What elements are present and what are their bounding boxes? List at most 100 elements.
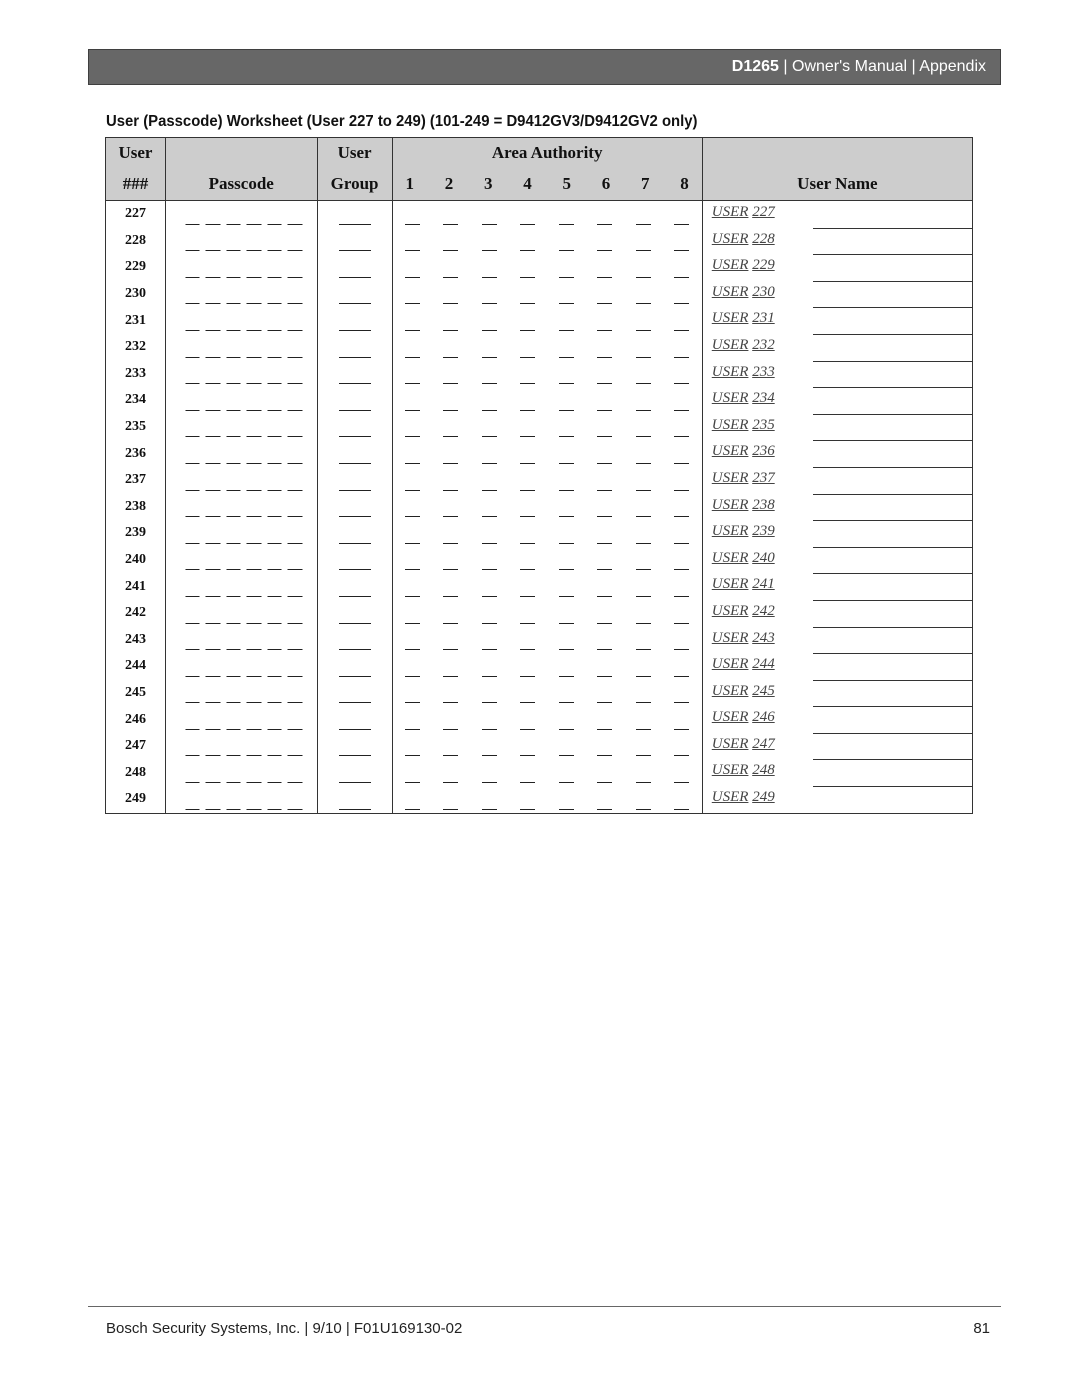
user-group-blank[interactable] — [338, 569, 371, 571]
area-authority-blank[interactable] — [520, 595, 536, 597]
passcode-digit-blank[interactable] — [246, 702, 262, 704]
area-authority-blank[interactable] — [635, 702, 651, 704]
area-authority-blank[interactable] — [443, 303, 459, 305]
area-authority-blank[interactable] — [481, 250, 497, 252]
passcode-digit-blank[interactable] — [246, 329, 262, 331]
area-authority-blank[interactable] — [481, 808, 497, 810]
passcode-digit-blank[interactable] — [246, 728, 262, 730]
area-authority-blank[interactable] — [520, 436, 536, 438]
passcode-digit-blank[interactable] — [226, 383, 241, 385]
passcode-digit-blank[interactable] — [226, 516, 241, 518]
area-authority-blank[interactable] — [558, 755, 574, 757]
area-authority-blank[interactable] — [481, 595, 497, 597]
passcode-digit-blank[interactable] — [205, 702, 221, 704]
passcode-digit-blank[interactable] — [226, 329, 241, 331]
passcode-digit-blank[interactable] — [185, 329, 200, 331]
passcode-field[interactable] — [164, 599, 318, 627]
passcode-digit-blank[interactable] — [226, 702, 241, 704]
passcode-digit-blank[interactable] — [267, 356, 282, 358]
area-authority-blank[interactable] — [520, 489, 536, 491]
user-group-field[interactable] — [316, 440, 393, 467]
user-group-field[interactable] — [316, 466, 393, 494]
passcode-digit-blank[interactable] — [226, 755, 241, 757]
passcode-digit-blank[interactable] — [287, 569, 303, 571]
user-group-blank[interactable] — [338, 542, 371, 544]
passcode-digit-blank[interactable] — [205, 409, 221, 411]
area-authority-blank[interactable] — [481, 569, 497, 571]
user-name-field[interactable]: USER 248 — [701, 759, 974, 788]
area-authority-blank[interactable] — [635, 595, 651, 597]
area-authority-blank[interactable] — [674, 702, 690, 704]
area-authority-blank[interactable] — [674, 356, 690, 358]
passcode-digit-blank[interactable] — [267, 409, 282, 411]
user-group-blank[interactable] — [338, 755, 371, 757]
area-authority-blank[interactable] — [635, 675, 651, 677]
area-authority-blank[interactable] — [635, 542, 651, 544]
passcode-digit-blank[interactable] — [226, 782, 241, 784]
area-authority-blank[interactable] — [558, 569, 574, 571]
area-authority-blank[interactable] — [635, 782, 651, 784]
area-authority-blank[interactable] — [443, 675, 459, 677]
passcode-digit-blank[interactable] — [287, 755, 303, 757]
passcode-digit-blank[interactable] — [267, 462, 282, 464]
user-group-field[interactable] — [316, 360, 393, 388]
passcode-digit-blank[interactable] — [205, 516, 221, 518]
area-authority-blank[interactable] — [520, 542, 536, 544]
area-authority-fields[interactable] — [391, 786, 703, 814]
passcode-field[interactable] — [164, 679, 318, 707]
area-authority-blank[interactable] — [404, 516, 420, 518]
passcode-digit-blank[interactable] — [205, 755, 221, 757]
passcode-digit-blank[interactable] — [205, 462, 221, 464]
passcode-field[interactable] — [164, 732, 318, 760]
area-authority-blank[interactable] — [674, 808, 690, 810]
area-authority-blank[interactable] — [635, 489, 651, 491]
user-name-field[interactable]: USER 241 — [701, 573, 974, 601]
passcode-digit-blank[interactable] — [205, 782, 221, 784]
user-name-field[interactable]: USER 227 — [701, 200, 974, 229]
area-authority-blank[interactable] — [481, 462, 497, 464]
area-authority-blank[interactable] — [404, 675, 420, 677]
area-authority-blank[interactable] — [443, 569, 459, 571]
area-authority-blank[interactable] — [481, 276, 497, 278]
area-authority-blank[interactable] — [404, 728, 420, 730]
passcode-field[interactable] — [164, 493, 318, 521]
area-authority-blank[interactable] — [481, 356, 497, 358]
passcode-digit-blank[interactable] — [287, 383, 303, 385]
user-group-field[interactable] — [316, 254, 393, 281]
area-authority-blank[interactable] — [404, 808, 420, 810]
passcode-digit-blank[interactable] — [287, 303, 303, 305]
area-authority-blank[interactable] — [443, 462, 459, 464]
passcode-digit-blank[interactable] — [287, 808, 303, 810]
passcode-field[interactable] — [164, 786, 318, 814]
user-name-field[interactable]: USER 228 — [701, 227, 974, 256]
passcode-field[interactable] — [164, 653, 318, 680]
area-authority-fields[interactable] — [391, 520, 703, 547]
area-authority-blank[interactable] — [558, 675, 574, 677]
passcode-digit-blank[interactable] — [267, 276, 282, 278]
user-group-blank[interactable] — [338, 436, 371, 438]
area-authority-blank[interactable] — [597, 622, 613, 624]
area-authority-blank[interactable] — [674, 516, 690, 518]
passcode-digit-blank[interactable] — [267, 383, 282, 385]
passcode-field[interactable] — [164, 254, 318, 281]
area-authority-fields[interactable] — [391, 466, 703, 494]
passcode-digit-blank[interactable] — [287, 409, 303, 411]
area-authority-blank[interactable] — [674, 462, 690, 464]
passcode-digit-blank[interactable] — [267, 329, 282, 331]
user-group-field[interactable] — [316, 786, 393, 814]
passcode-digit-blank[interactable] — [226, 409, 241, 411]
user-group-field[interactable] — [316, 200, 393, 228]
area-authority-blank[interactable] — [597, 755, 613, 757]
passcode-digit-blank[interactable] — [287, 516, 303, 518]
area-authority-blank[interactable] — [404, 595, 420, 597]
area-authority-fields[interactable] — [391, 732, 703, 760]
passcode-digit-blank[interactable] — [267, 675, 282, 677]
area-authority-blank[interactable] — [481, 622, 497, 624]
area-authority-blank[interactable] — [674, 303, 690, 305]
area-authority-blank[interactable] — [520, 728, 536, 730]
passcode-digit-blank[interactable] — [185, 356, 200, 358]
user-name-field[interactable]: USER 233 — [701, 360, 974, 389]
area-authority-blank[interactable] — [635, 516, 651, 518]
area-authority-blank[interactable] — [558, 409, 574, 411]
area-authority-blank[interactable] — [443, 436, 459, 438]
